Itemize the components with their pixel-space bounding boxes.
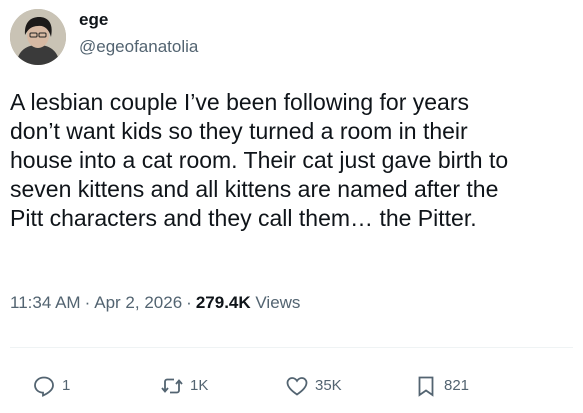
views-label: Views <box>255 293 301 312</box>
divider <box>10 347 573 348</box>
retweet-count: 1K <box>190 377 209 394</box>
retweet-button[interactable]: 1K <box>160 366 208 406</box>
tweet-text: A lesbian couple I’ve been following for… <box>10 89 509 231</box>
author-block: ege @egeofanatolia <box>79 10 198 58</box>
tweet-meta: 11:34 AM · Apr 2, 2026 · 279.4K Views <box>10 292 300 314</box>
retweet-icon <box>161 378 183 394</box>
bookmark-icon <box>418 376 434 397</box>
views-count: 279.4K <box>195 293 251 312</box>
heart-icon <box>286 377 308 396</box>
tweet-actions: 1 1K 35K 821 <box>0 366 583 406</box>
avatar-image <box>10 9 66 65</box>
meta-separator: · <box>186 293 192 312</box>
like-count: 35K <box>315 377 342 394</box>
tweet-time-link[interactable]: 11:34 AM · Apr 2, 2026 <box>10 293 182 312</box>
meta-separator: · <box>84 293 91 312</box>
bookmark-button[interactable]: 821 <box>414 366 469 406</box>
author-handle[interactable]: @egeofanatolia <box>79 36 198 58</box>
tweet-time: 11:34 AM <box>10 293 81 312</box>
avatar[interactable] <box>10 9 66 65</box>
reply-count: 1 <box>62 377 71 394</box>
author-display-name[interactable]: ege <box>79 10 198 30</box>
reply-button[interactable]: 1 <box>32 366 70 406</box>
tweet-date: Apr 2, 2026 <box>94 293 183 312</box>
reply-icon <box>34 376 54 397</box>
views-link[interactable]: 279.4K Views <box>196 293 301 312</box>
like-button[interactable]: 35K <box>285 366 342 406</box>
bookmark-count: 821 <box>444 377 470 394</box>
